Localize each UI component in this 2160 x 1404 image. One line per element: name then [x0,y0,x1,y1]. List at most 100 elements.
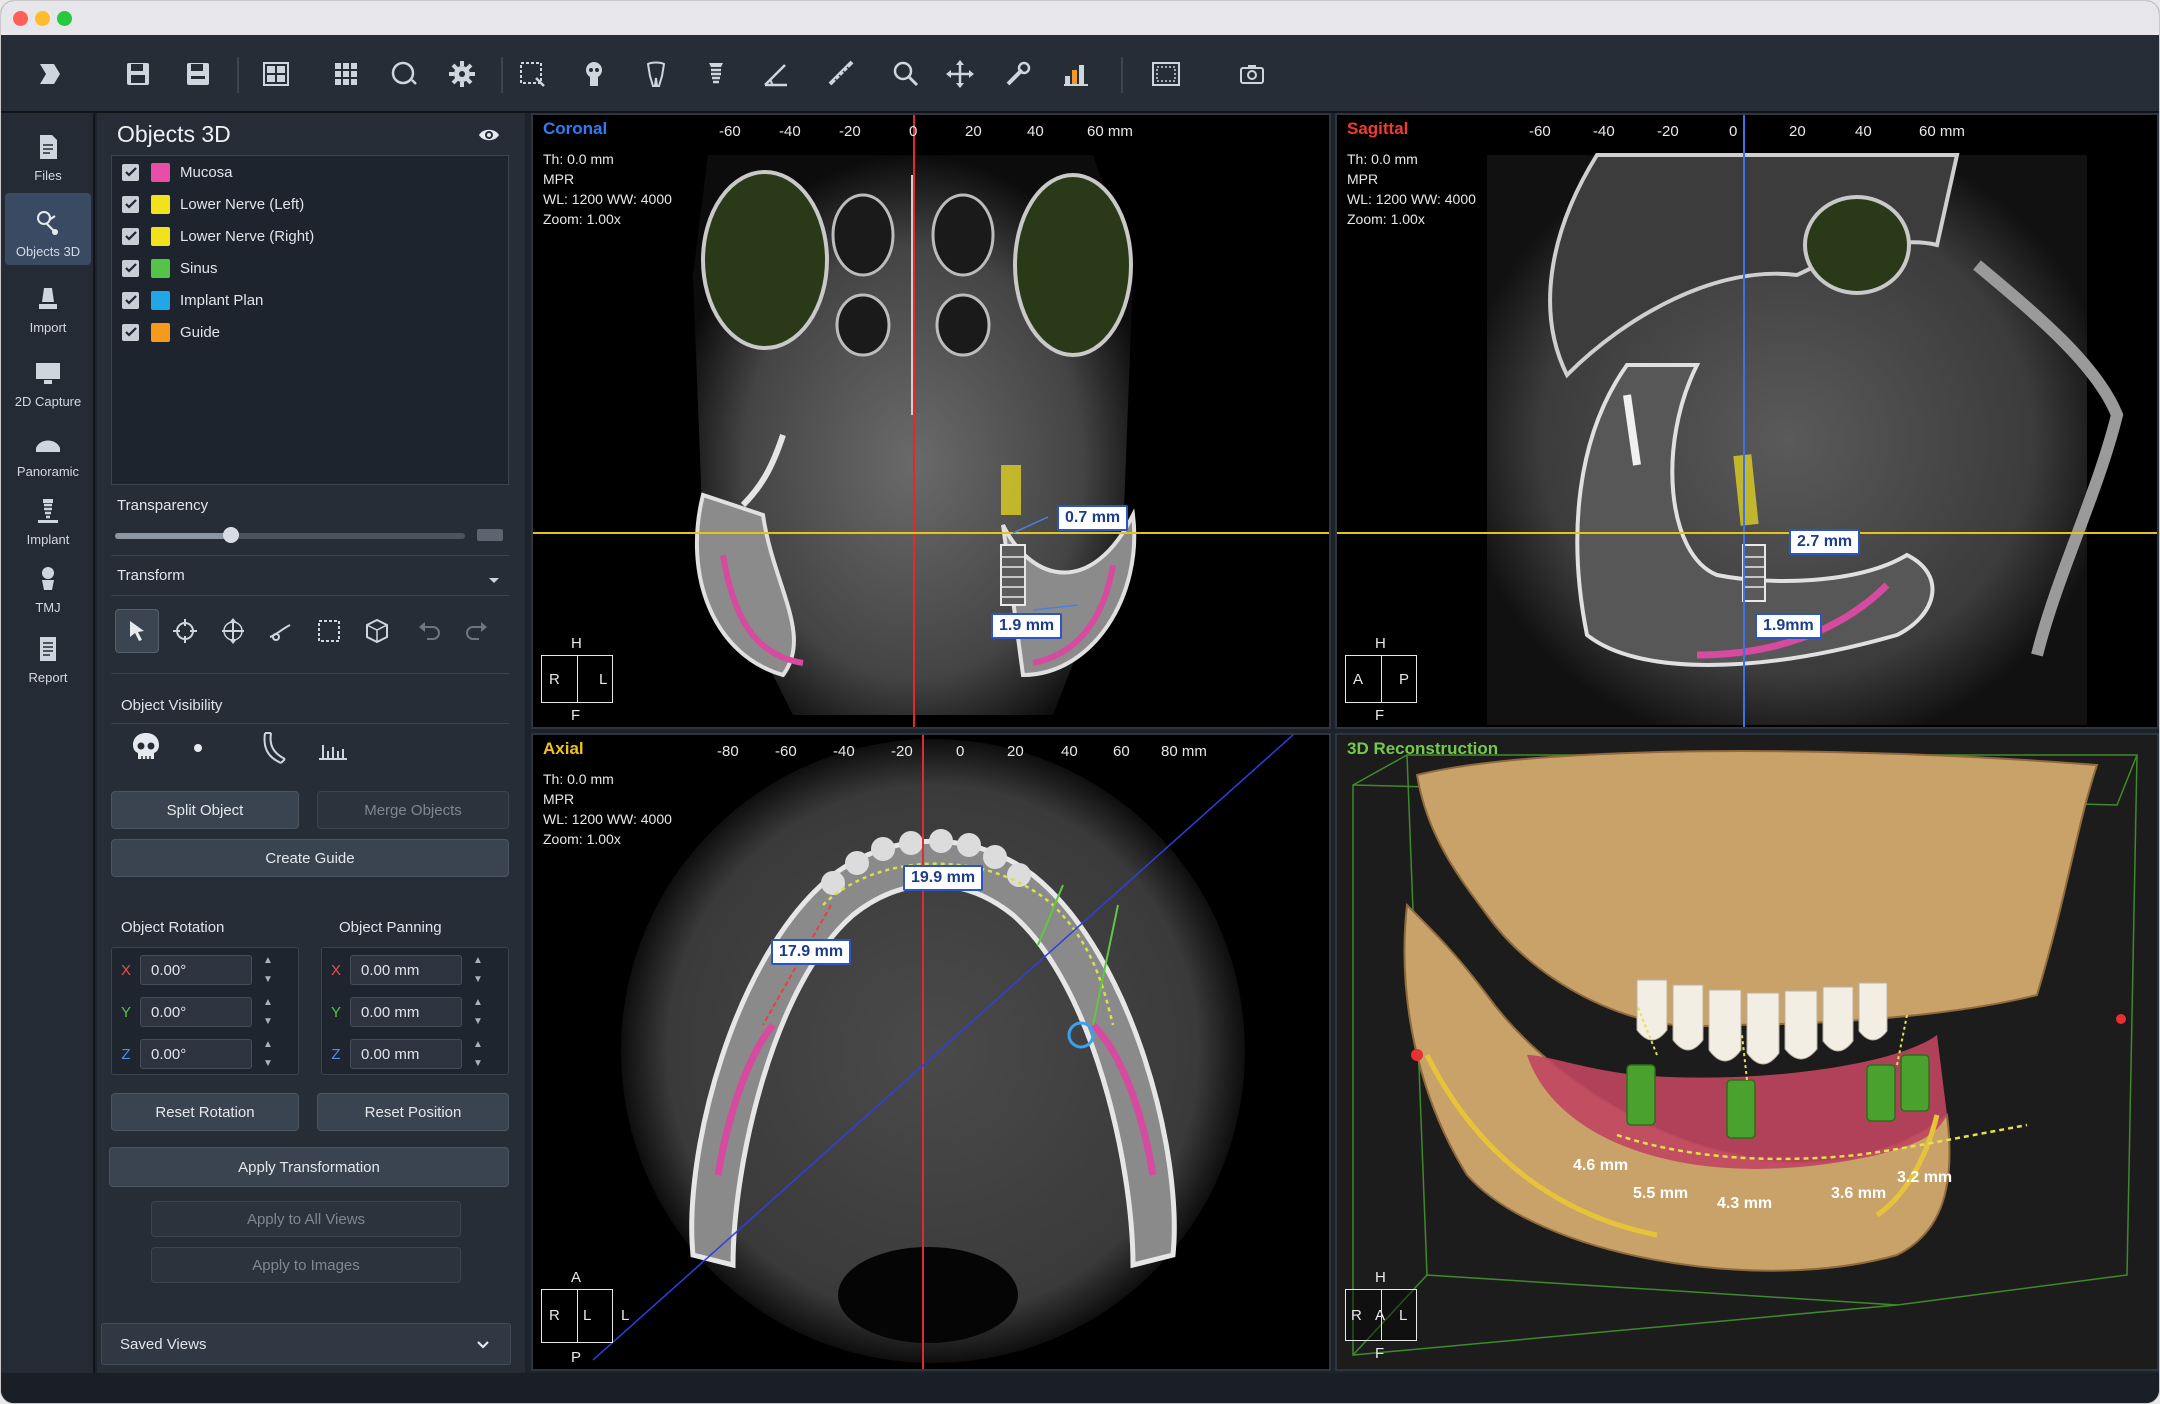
split-object-button[interactable]: Split Object [111,791,299,829]
panning-y-stepper[interactable]: ▲ ▼ [468,997,488,1027]
measurement-label[interactable]: 1.9mm [1755,613,1822,639]
rotation-y-input[interactable]: 0.00° [140,997,252,1027]
axial-view[interactable]: Axial Th: 0.0 mm MPR WL: 1200 WW: 4000 Z… [531,733,1331,1371]
measurement-label[interactable]: 17.9 mm [771,939,852,965]
grid-icon[interactable] [327,55,365,93]
measurement-label[interactable]: 5.5 mm [1633,1185,1688,1203]
rotation-x-input[interactable]: 0.00° [140,955,252,985]
create-guide-button[interactable]: Create Guide [111,839,509,877]
point-visibility-button[interactable] [173,723,223,773]
histogram-visibility-button[interactable] [307,723,357,773]
select-tool[interactable] [115,609,159,653]
slider-thumb[interactable] [222,527,239,543]
undo-button[interactable] [407,609,451,653]
list-item[interactable]: Guide [112,316,508,348]
rotation-z-input[interactable]: 0.00° [140,1039,252,1069]
coronal-view[interactable]: Coronal Th: 0.0 mm MPR WL: 1200 WW: 4000… [531,113,1331,729]
maximize-window-button[interactable] [57,11,72,26]
list-item[interactable]: Lower Nerve (Left) [112,188,508,220]
measurement-label[interactable]: 3.2 mm [1897,1169,1952,1187]
zoom-icon[interactable] [887,55,925,93]
settings-icon[interactable] [443,55,481,93]
checkbox[interactable] [122,291,139,309]
chevron-up-icon[interactable]: ▲ [473,955,483,966]
nav-files[interactable]: Files [5,117,91,189]
measurement-label[interactable]: 1.9 mm [991,613,1063,639]
rotation-z-stepper[interactable]: ▲ ▼ [258,1039,278,1069]
nav-report[interactable]: Report [5,619,91,691]
jaw-visibility-button[interactable] [249,723,299,773]
3d-reconstruction-image[interactable] [1337,735,2159,1371]
checkbox[interactable] [122,227,139,245]
saved-views-dropdown[interactable]: Saved Views [101,1323,511,1365]
color-swatch[interactable] [151,162,170,182]
color-swatch[interactable] [151,226,170,246]
open-icon[interactable] [31,55,69,93]
chevron-down-icon[interactable]: ▼ [473,1016,483,1027]
rotation-y-stepper[interactable]: ▲ ▼ [258,997,278,1027]
circle-icon[interactable] [385,55,423,93]
color-swatch[interactable] [151,290,170,310]
implant-icon[interactable] [697,55,735,93]
chevron-down-icon[interactable] [485,571,503,589]
reset-rotation-button[interactable]: Reset Rotation [111,1093,299,1131]
slider-end-handle[interactable] [477,529,503,541]
skull-visibility-button[interactable] [121,723,171,773]
save-icon[interactable] [119,55,157,93]
3d-reconstruction-view[interactable]: 3D Reconstruction 4.6 mm 5.5 mm 4.3 mm 3… [1335,733,2159,1371]
sagittal-view[interactable]: Sagittal Th: 0.0 mm MPR WL: 1200 WW: 400… [1335,113,2159,729]
panning-y-input[interactable]: 0.00 mm [350,997,462,1027]
color-swatch[interactable] [151,194,170,214]
measurement-label[interactable]: 4.3 mm [1717,1195,1772,1213]
checkbox[interactable] [122,195,139,213]
chevron-down-icon[interactable]: ▼ [263,1058,273,1069]
nav-2d-capture[interactable]: 2D Capture [5,343,91,415]
layout-icon[interactable] [257,55,295,93]
nav-implant[interactable]: Implant [5,481,91,553]
checkbox[interactable] [122,163,139,181]
apply-to-all-views-button[interactable]: Apply to All Views [151,1201,461,1237]
wrench-icon[interactable] [999,55,1037,93]
color-swatch[interactable] [151,258,170,278]
pan-icon[interactable] [941,55,979,93]
chevron-up-icon[interactable]: ▲ [263,997,273,1008]
chevron-up-icon[interactable]: ▲ [473,997,483,1008]
nav-objects-3d[interactable]: Objects 3D [5,193,91,265]
merge-objects-button[interactable]: Merge Objects [317,791,509,829]
reset-position-button[interactable]: Reset Position [317,1093,509,1131]
panning-z-input[interactable]: 0.00 mm [350,1039,462,1069]
move-tool[interactable] [211,609,255,653]
ruler-icon[interactable] [823,55,861,93]
save-as-icon[interactable] [179,55,217,93]
rotate-tool[interactable] [163,609,207,653]
panning-x-stepper[interactable]: ▲ ▼ [468,955,488,985]
measurement-label[interactable]: 0.7 mm [1057,505,1129,531]
measurement-label[interactable]: 2.7 mm [1789,529,1861,555]
list-item[interactable]: Sinus [112,252,508,284]
panning-x-input[interactable]: 0.00 mm [350,955,462,985]
cut-tool[interactable] [259,609,303,653]
checkbox[interactable] [122,323,139,341]
panning-z-stepper[interactable]: ▲ ▼ [468,1039,488,1069]
chevron-down-icon[interactable]: ▼ [263,1016,273,1027]
chevron-up-icon[interactable]: ▲ [473,1039,483,1050]
list-item[interactable]: Lower Nerve (Right) [112,220,508,252]
chart-icon[interactable] [1057,55,1095,93]
measurement-label[interactable]: 19.9 mm [903,865,984,891]
nav-tmj[interactable]: TMJ [5,549,91,621]
cube-tool[interactable] [355,609,399,653]
chevron-up-icon[interactable]: ▲ [263,955,273,966]
eye-icon[interactable] [477,123,501,147]
skull-icon[interactable] [575,55,613,93]
minimize-window-button[interactable] [35,11,50,26]
list-item[interactable]: Mucosa [112,156,508,188]
close-window-button[interactable] [13,11,28,26]
chevron-up-icon[interactable]: ▲ [263,1039,273,1050]
nav-panoramic[interactable]: Panoramic [5,413,91,485]
screen-icon[interactable] [1147,55,1185,93]
nav-import[interactable]: Import [5,269,91,341]
checkbox[interactable] [122,259,139,277]
measurement-label[interactable]: 4.6 mm [1573,1157,1628,1175]
rotation-x-stepper[interactable]: ▲ ▼ [258,955,278,985]
crop-icon[interactable] [513,55,551,93]
